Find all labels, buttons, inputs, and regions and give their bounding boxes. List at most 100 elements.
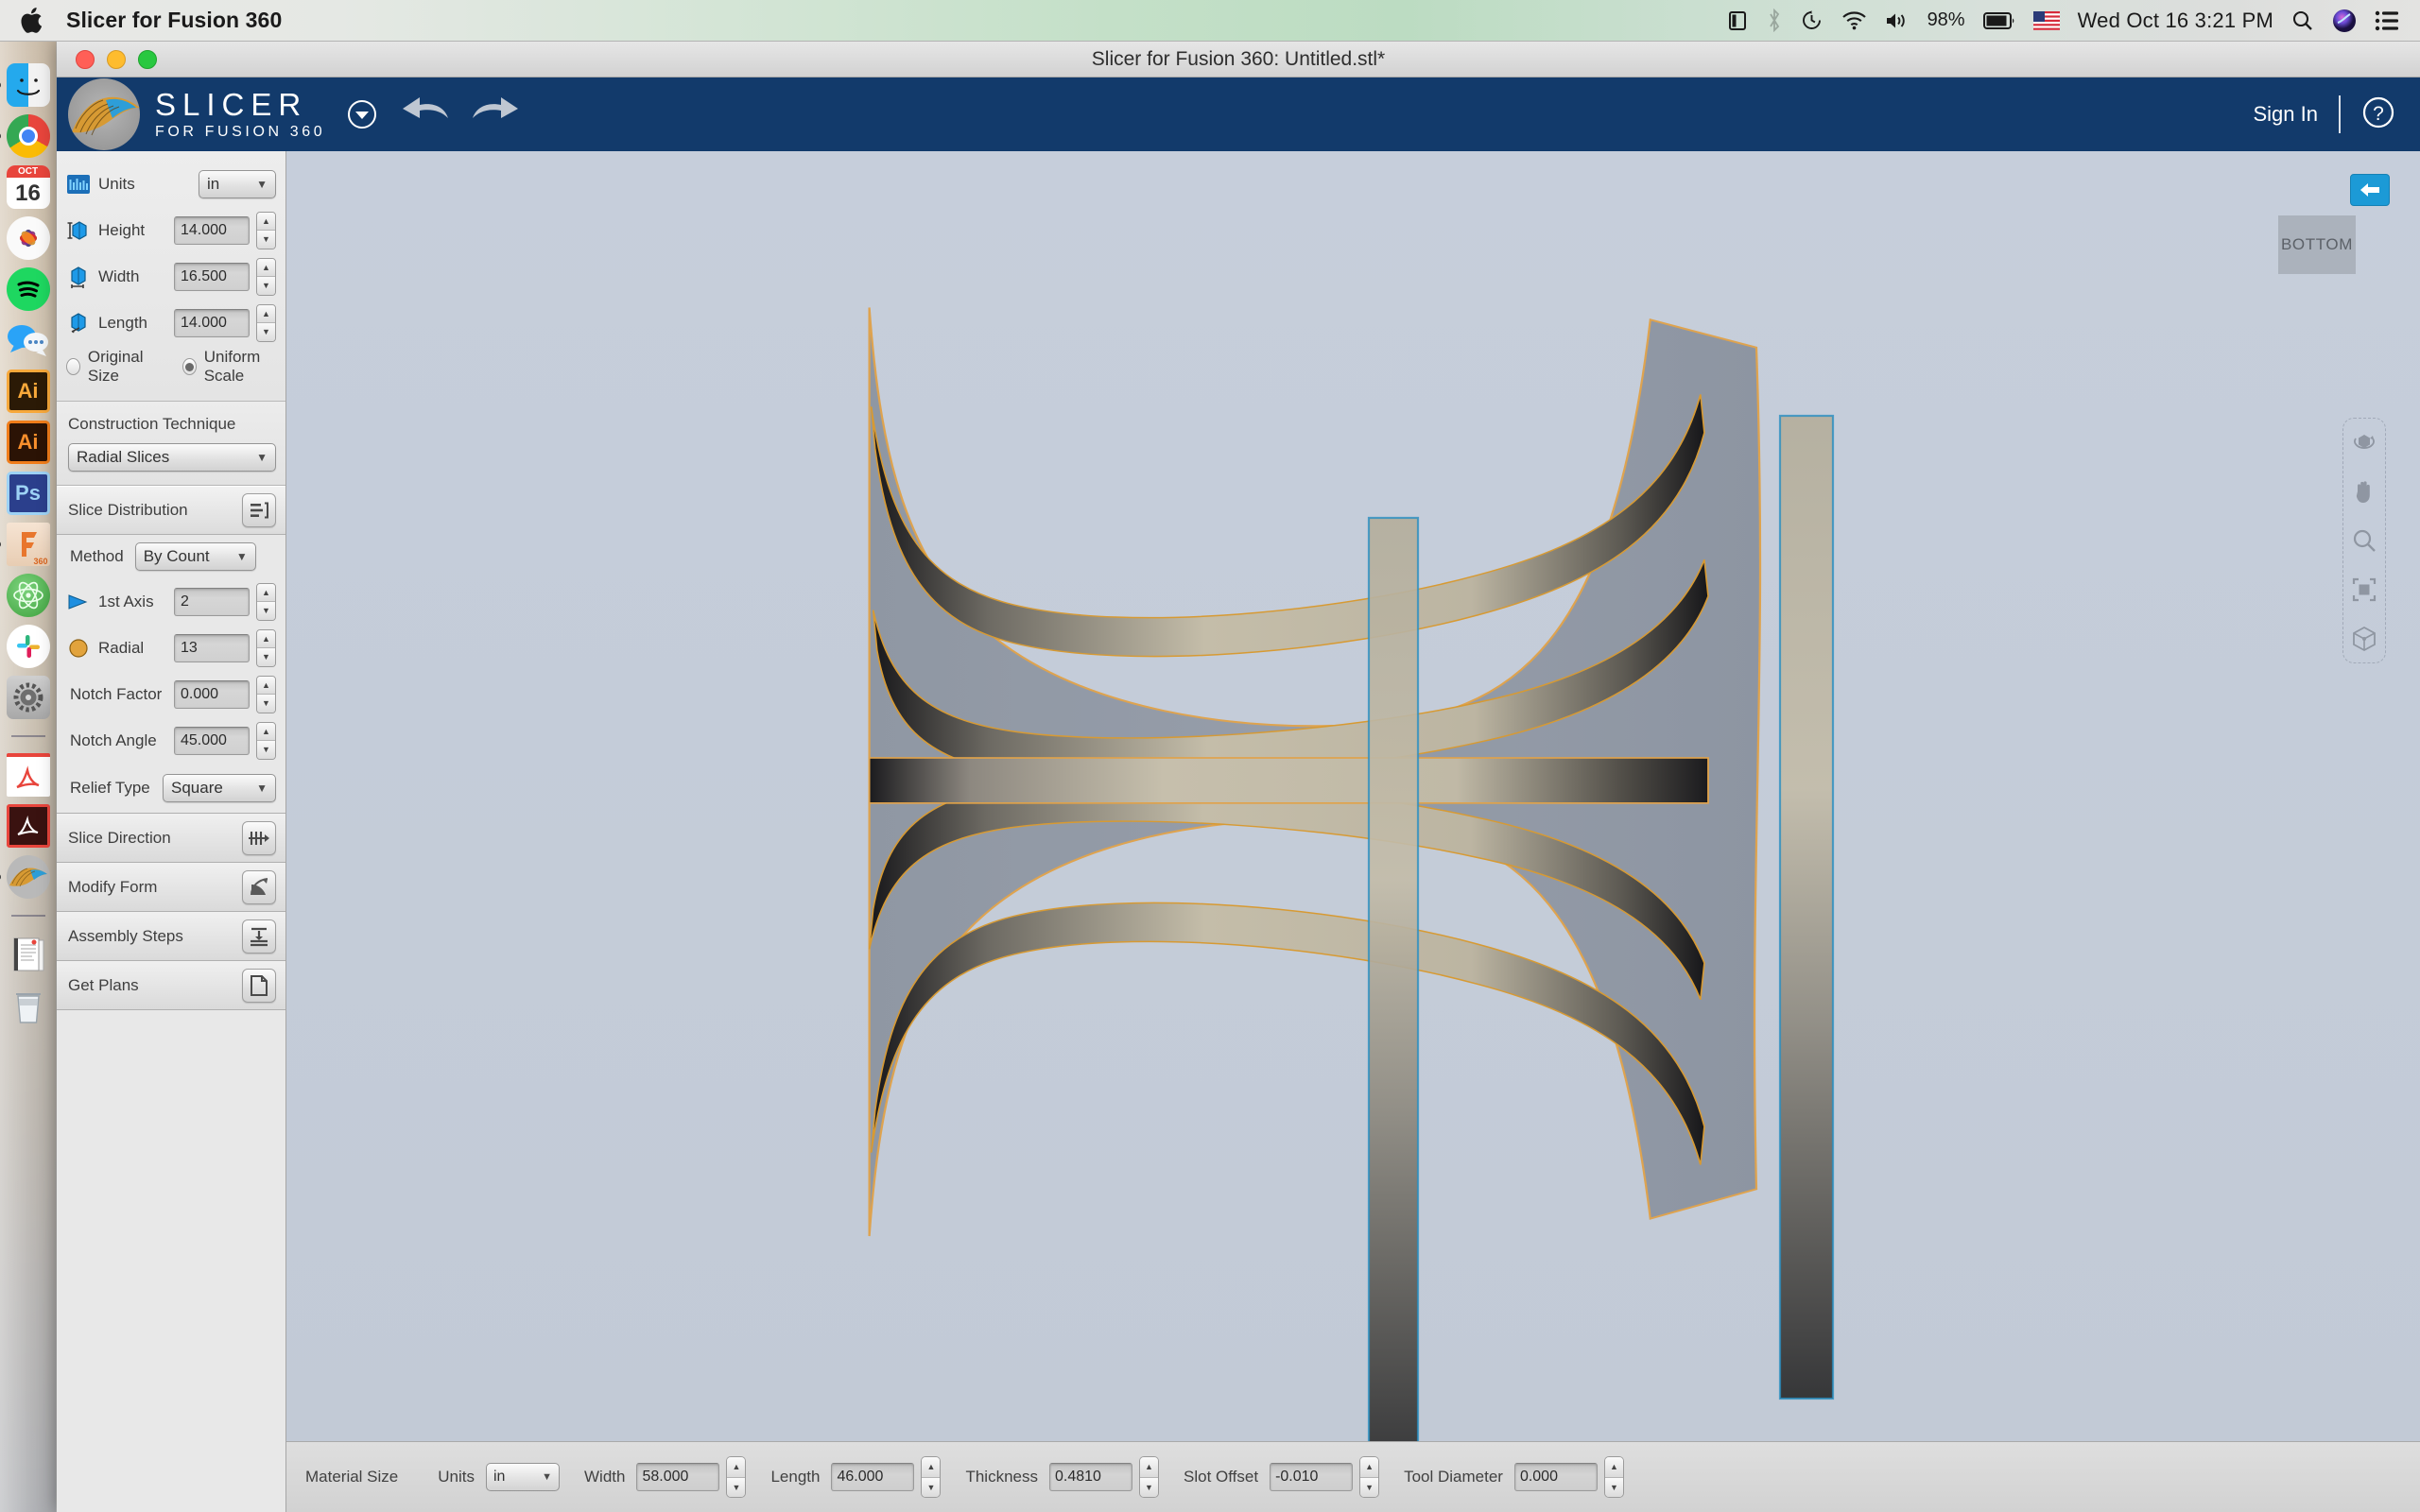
assembly-steps-icon[interactable] — [242, 919, 276, 954]
length-stepper[interactable]: ▲▼ — [256, 304, 276, 342]
us-flag-icon[interactable] — [2033, 11, 2060, 30]
stepper-up-icon[interactable]: ▲ — [922, 1457, 940, 1478]
sliced-model-render[interactable] — [286, 151, 2420, 1512]
dock-item-illustrator-cc[interactable]: Ai — [6, 420, 51, 465]
material-thickness-input[interactable]: 0.4810 — [1049, 1463, 1132, 1491]
width-input[interactable]: 16.500 — [174, 263, 250, 291]
fit-to-screen-icon[interactable] — [2350, 576, 2378, 604]
notch-factor-input[interactable]: 0.000 — [174, 680, 250, 709]
stepper-up-icon[interactable]: ▲ — [1140, 1457, 1158, 1478]
orbit-icon[interactable] — [2350, 428, 2378, 456]
sidebar-item-slice-direction[interactable]: Slice Direction — [57, 814, 285, 863]
stepper-down-icon[interactable]: ▼ — [1360, 1478, 1378, 1498]
width-stepper[interactable]: ▲▼ — [256, 258, 276, 296]
stepper-up-icon[interactable]: ▲ — [257, 213, 275, 232]
siri-icon[interactable] — [2332, 9, 2357, 33]
slot-offset-stepper[interactable]: ▲▼ — [1359, 1456, 1379, 1498]
stepper-up-icon[interactable]: ▲ — [257, 723, 275, 742]
dock-item-photoshop[interactable]: Ps — [6, 471, 51, 516]
dock-item-photos[interactable] — [6, 215, 51, 261]
notification-center-icon[interactable] — [2375, 10, 2399, 31]
time-machine-icon[interactable] — [1800, 9, 1824, 32]
first-axis-input[interactable]: 2 — [174, 588, 250, 616]
volume-icon[interactable] — [1885, 10, 1910, 31]
get-plans-icon[interactable] — [242, 969, 276, 1003]
stepper-up-icon[interactable]: ▲ — [257, 305, 275, 324]
stepper-down-icon[interactable]: ▼ — [257, 323, 275, 341]
stepper-up-icon[interactable]: ▲ — [257, 259, 275, 278]
dropdown-circle-icon[interactable] — [346, 98, 378, 130]
stepper-down-icon[interactable]: ▼ — [257, 695, 275, 713]
tool-diameter-input[interactable]: 0.000 — [1514, 1463, 1598, 1491]
window-title-bar[interactable]: Slicer for Fusion 360: Untitled.stl* — [57, 42, 2420, 77]
stepper-up-icon[interactable]: ▲ — [257, 630, 275, 649]
material-units-select[interactable]: in ▼ — [486, 1463, 560, 1491]
view-cube-bottom[interactable]: BOTTOM — [2278, 215, 2356, 274]
redo-arrow-icon[interactable] — [471, 95, 522, 133]
help-question-icon[interactable]: ? — [2361, 95, 2395, 134]
spotlight-search-icon[interactable] — [2291, 9, 2314, 32]
relief-type-select[interactable]: Square ▼ — [163, 774, 276, 802]
dock-item-slack[interactable] — [6, 624, 51, 669]
dock-item-messages[interactable] — [6, 318, 51, 363]
stepper-down-icon[interactable]: ▼ — [257, 277, 275, 295]
dock-item-adobe-acrobat[interactable] — [6, 803, 51, 849]
view-cube-icon[interactable] — [2350, 625, 2378, 653]
construction-technique-select[interactable]: Radial Slices ▼ — [68, 443, 276, 472]
notch-factor-stepper[interactable]: ▲▼ — [256, 676, 276, 713]
zoom-magnifier-icon[interactable] — [2350, 526, 2378, 555]
material-width-input[interactable]: 58.000 — [636, 1463, 719, 1491]
notch-angle-input[interactable]: 45.000 — [174, 727, 250, 755]
material-width-stepper[interactable]: ▲▼ — [726, 1456, 746, 1498]
sidebar-item-get-plans[interactable]: Get Plans — [57, 961, 285, 1010]
dock-item-google-chrome[interactable] — [6, 113, 51, 159]
units-select[interactable]: in ▼ — [199, 170, 276, 198]
back-arrow-icon[interactable] — [2350, 174, 2390, 206]
stepper-up-icon[interactable]: ▲ — [257, 584, 275, 603]
stepper-down-icon[interactable]: ▼ — [257, 648, 275, 666]
menu-bar-clock[interactable]: Wed Oct 16 3:21 PM — [2078, 9, 2273, 33]
stepper-down-icon[interactable]: ▼ — [1605, 1478, 1623, 1498]
height-stepper[interactable]: ▲▼ — [256, 212, 276, 249]
battery-icon[interactable] — [1983, 11, 2015, 30]
list-settings-icon[interactable] — [242, 493, 276, 527]
dock-item-finder[interactable] — [6, 62, 51, 108]
stepper-up-icon[interactable]: ▲ — [727, 1457, 745, 1478]
sign-in-button[interactable]: Sign In — [2233, 102, 2340, 127]
wifi-icon[interactable] — [1841, 10, 1867, 30]
3d-viewport[interactable]: BOTTOM — [286, 151, 2420, 1512]
first-axis-stepper[interactable]: ▲▼ — [256, 583, 276, 621]
material-length-input[interactable]: 46.000 — [831, 1463, 914, 1491]
dock-item-atom[interactable] — [6, 573, 51, 618]
stepper-up-icon[interactable]: ▲ — [257, 677, 275, 696]
sidebar-item-assembly-steps[interactable]: Assembly Steps — [57, 912, 285, 961]
material-thickness-stepper[interactable]: ▲▼ — [1139, 1456, 1159, 1498]
method-select[interactable]: By Count ▼ — [135, 542, 256, 571]
dock-item-fusion-360[interactable]: 360 — [6, 522, 51, 567]
slot-offset-input[interactable]: -0.010 — [1270, 1463, 1353, 1491]
stepper-down-icon[interactable]: ▼ — [257, 741, 275, 759]
stepper-down-icon[interactable]: ▼ — [257, 231, 275, 249]
dock-item-documents-stack[interactable] — [6, 932, 51, 977]
radial-input[interactable]: 13 — [174, 634, 250, 662]
original-size-radio[interactable] — [66, 358, 80, 375]
stepper-up-icon[interactable]: ▲ — [1605, 1457, 1623, 1478]
undo-arrow-icon[interactable] — [399, 95, 450, 133]
stepper-down-icon[interactable]: ▼ — [1140, 1478, 1158, 1498]
dock-item-illustrator[interactable]: Ai — [6, 369, 51, 414]
slice-direction-icon[interactable] — [242, 821, 276, 855]
modify-form-icon[interactable] — [242, 870, 276, 904]
radial-stepper[interactable]: ▲▼ — [256, 629, 276, 667]
stepper-up-icon[interactable]: ▲ — [1360, 1457, 1378, 1478]
notch-angle-stepper[interactable]: ▲▼ — [256, 722, 276, 760]
dock-item-adobe-reader[interactable] — [6, 752, 51, 798]
dock-item-spotify[interactable] — [6, 266, 51, 312]
sidebar-item-modify-form[interactable]: Modify Form — [57, 863, 285, 912]
uniform-scale-radio[interactable] — [182, 358, 197, 375]
dock-item-slicer-for-fusion-360[interactable] — [6, 854, 51, 900]
tool-diameter-stepper[interactable]: ▲▼ — [1604, 1456, 1624, 1498]
dock-item-trash[interactable] — [6, 983, 51, 1028]
material-length-stepper[interactable]: ▲▼ — [921, 1456, 941, 1498]
display-icon[interactable] — [1726, 9, 1749, 32]
dock-item-calendar[interactable]: OCT 16 — [6, 164, 51, 210]
